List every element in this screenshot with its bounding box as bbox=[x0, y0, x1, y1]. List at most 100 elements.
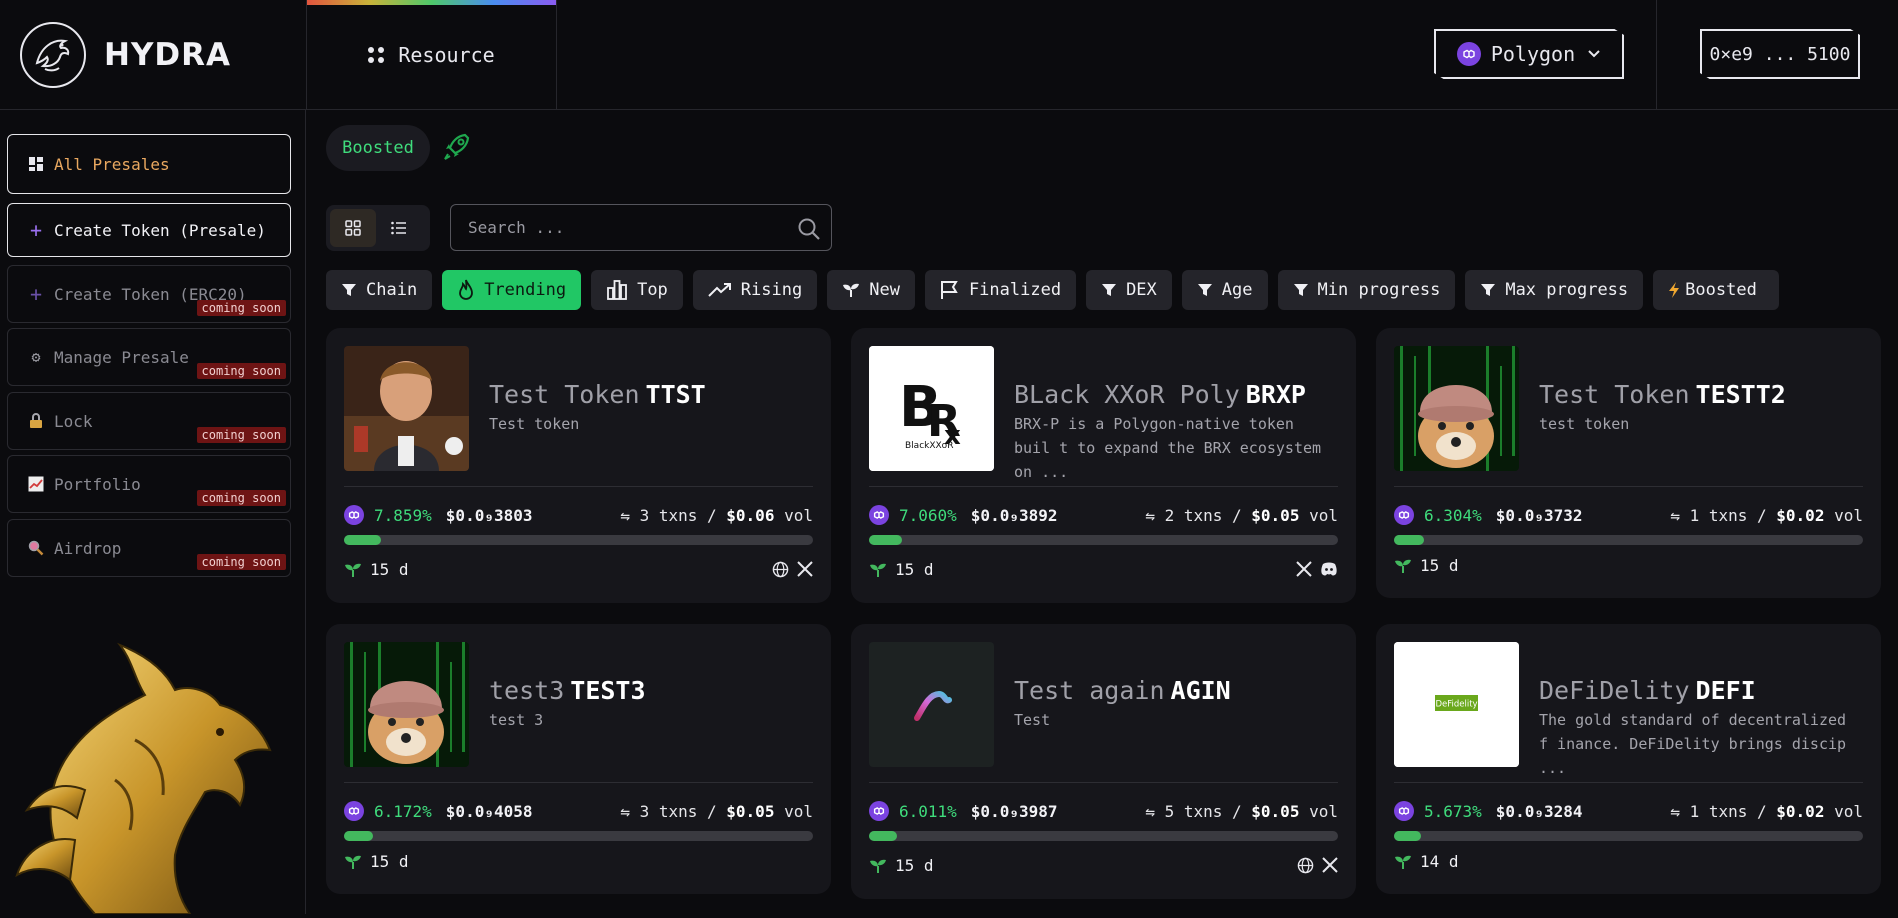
coming-soon-badge: coming soon bbox=[196, 363, 286, 379]
progress-fill bbox=[1394, 535, 1424, 545]
globe-icon[interactable] bbox=[772, 561, 789, 582]
coming-soon-badge: coming soon bbox=[196, 300, 286, 316]
token-card-test3[interactable]: test3 TEST3 test 3 6.172% $0.0₉4058 ⇋ 3 t… bbox=[326, 624, 831, 894]
x-icon[interactable] bbox=[797, 561, 813, 582]
sidebar-item-label: Manage Presale bbox=[54, 347, 189, 367]
dots-grid-icon bbox=[368, 47, 385, 63]
flag-icon bbox=[940, 280, 960, 300]
filter-dex[interactable]: DEX bbox=[1086, 270, 1172, 310]
sidebar-item-label: Portfolio bbox=[54, 474, 141, 494]
token-description: Test token bbox=[489, 415, 580, 433]
token-description: BRX-P is a Polygon-native token buil t t… bbox=[1014, 415, 1322, 481]
search-input[interactable] bbox=[466, 217, 786, 238]
chevron-down-icon bbox=[1587, 49, 1601, 59]
sidebar-item-create-token-presale[interactable]: + Create Token (Presale) bbox=[7, 203, 291, 257]
polygon-icon bbox=[869, 505, 889, 525]
rocket-icon[interactable] bbox=[443, 132, 471, 166]
progress-bar bbox=[869, 831, 1338, 841]
grid-icon bbox=[28, 156, 44, 172]
swap-icon: ⇋ bbox=[1670, 505, 1690, 525]
sidebar-item-airdrop[interactable]: Airdrop coming soon bbox=[7, 519, 291, 577]
progress-bar bbox=[1394, 535, 1863, 545]
social-links bbox=[772, 561, 813, 582]
token-image bbox=[344, 346, 469, 471]
wallet-address-button[interactable]: 0×e9 ... 5100 bbox=[1700, 29, 1860, 79]
token-card-ttst[interactable]: Test Token TTST Test token 7.859% $0.0₉38… bbox=[326, 328, 831, 603]
discord-icon[interactable] bbox=[1320, 561, 1338, 581]
filter-boosted[interactable]: Boosted bbox=[1653, 270, 1780, 310]
filter-label: Chain bbox=[366, 280, 418, 300]
filter-trending[interactable]: Trending bbox=[442, 270, 582, 310]
token-percent: 7.859% bbox=[374, 505, 432, 525]
tab-active-gradient bbox=[307, 0, 556, 5]
dragon-mascot-image bbox=[15, 640, 275, 918]
token-stats: 7.060% $0.0₉3892 ⇋ 2 txns / $0.05 vol bbox=[869, 503, 1338, 527]
token-name: Test Token TESTT2 bbox=[1539, 380, 1786, 409]
polygon-icon bbox=[344, 505, 364, 525]
filter-label: DEX bbox=[1126, 280, 1157, 300]
token-age: 15 d bbox=[869, 856, 934, 875]
card-divider bbox=[869, 782, 1338, 783]
filter-finalized[interactable]: Finalized bbox=[924, 270, 1077, 310]
x-icon[interactable] bbox=[1322, 857, 1338, 878]
progress-bar bbox=[1394, 831, 1863, 841]
polygon-icon bbox=[344, 801, 364, 821]
tab-resource[interactable]: Resource bbox=[307, 0, 556, 110]
tab-resource-label: Resource bbox=[398, 43, 495, 67]
card-divider bbox=[869, 486, 1338, 487]
token-volume: ⇋ 1 txns / $0.02 vol bbox=[1670, 801, 1863, 821]
filter-rising[interactable]: Rising bbox=[692, 270, 818, 310]
search-box bbox=[450, 204, 832, 251]
funnel-icon bbox=[1101, 282, 1117, 298]
coming-soon-badge: coming soon bbox=[196, 554, 286, 570]
polygon-icon bbox=[1394, 801, 1414, 821]
token-price: $0.0₉3987 bbox=[970, 801, 1058, 821]
list-view-button[interactable] bbox=[376, 209, 422, 247]
swap-icon: ⇋ bbox=[1145, 801, 1165, 821]
boosted-tab[interactable]: Boosted bbox=[326, 125, 430, 171]
filter-new[interactable]: New bbox=[827, 270, 915, 310]
sidebar-item-label: Airdrop bbox=[54, 538, 122, 558]
token-name: DeFiDelity DEFI bbox=[1539, 676, 1756, 705]
token-description: The gold standard of decentralized f ina… bbox=[1539, 711, 1847, 777]
filter-min-progress[interactable]: Min progress bbox=[1277, 270, 1456, 310]
filter-chain[interactable]: Chain bbox=[326, 270, 433, 310]
filter-age[interactable]: Age bbox=[1181, 270, 1268, 310]
token-volume: ⇋ 3 txns / $0.05 vol bbox=[620, 801, 813, 821]
token-description: test token bbox=[1539, 415, 1630, 433]
filter-label: Boosted bbox=[1685, 280, 1757, 300]
token-price: $0.0₉3892 bbox=[970, 505, 1058, 525]
chain-selector-button[interactable]: Polygon bbox=[1434, 29, 1624, 79]
token-percent: 7.060% bbox=[899, 505, 957, 525]
token-card-testt2[interactable]: Test Token TESTT2 test token 6.304% $0.0₉… bbox=[1376, 328, 1881, 598]
filter-bar: Chain Trending Top Rising New Finalized … bbox=[326, 270, 1780, 310]
token-age: 15 d bbox=[869, 560, 934, 579]
filter-top[interactable]: Top bbox=[591, 270, 683, 310]
token-card-agin[interactable]: Test again AGIN Test 6.011% $0.0₉3987 ⇋ 5… bbox=[851, 624, 1356, 899]
sprout-icon bbox=[1394, 854, 1412, 870]
sidebar-item-create-token-erc20[interactable]: + Create Token (ERC20) coming soon bbox=[7, 265, 291, 323]
sidebar-item-manage-presale[interactable]: ⚙ Manage Presale coming soon bbox=[7, 328, 291, 386]
filter-max-progress[interactable]: Max progress bbox=[1465, 270, 1644, 310]
lock-icon bbox=[28, 413, 44, 429]
x-icon[interactable] bbox=[1296, 561, 1312, 581]
chain-selector-label: Polygon bbox=[1490, 42, 1576, 66]
globe-icon[interactable] bbox=[1297, 857, 1314, 878]
token-card-brxp[interactable]: B Rx BlackXXoR BLack XXoR Poly BRXP BRX-P i… bbox=[851, 328, 1356, 603]
sidebar-item-label: Create Token (Presale) bbox=[54, 220, 266, 240]
grid-view-button[interactable] bbox=[330, 209, 376, 247]
token-volume: ⇋ 5 txns / $0.05 vol bbox=[1145, 801, 1338, 821]
header-divider bbox=[556, 0, 557, 110]
brand-logo[interactable]: HYDRA bbox=[20, 22, 231, 88]
progress-fill bbox=[1394, 831, 1421, 841]
progress-bar bbox=[344, 831, 813, 841]
funnel-icon bbox=[1197, 282, 1213, 298]
sidebar-item-all-presales[interactable]: All Presales bbox=[7, 134, 291, 194]
token-card-defi[interactable]: DeFidelity DeFiDelity DEFI The gold stand… bbox=[1376, 624, 1881, 894]
search-icon[interactable] bbox=[797, 217, 821, 245]
sidebar-item-portfolio[interactable]: Portfolio coming soon bbox=[7, 455, 291, 513]
sidebar-item-lock[interactable]: Lock coming soon bbox=[7, 392, 291, 450]
token-age: 15 d bbox=[1394, 556, 1459, 575]
progress-fill bbox=[869, 831, 898, 841]
filter-label: Rising bbox=[740, 280, 803, 300]
